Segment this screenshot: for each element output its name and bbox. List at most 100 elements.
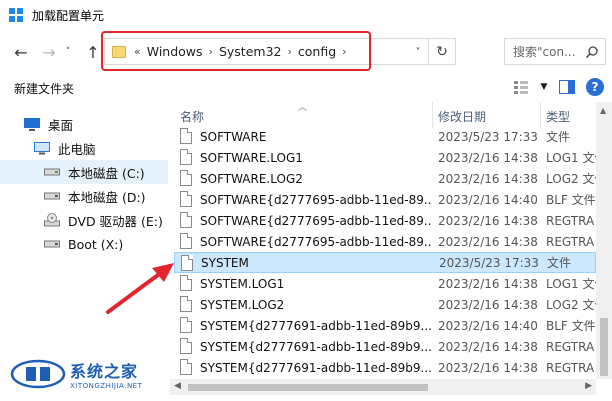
watermark-main-text: 系统之家 bbox=[70, 362, 139, 381]
file-type: 文件 bbox=[546, 130, 571, 144]
sort-ascending-icon: ︿ bbox=[298, 103, 308, 113]
file-icon bbox=[180, 317, 192, 333]
horizontal-scrollbar[interactable]: ◀ ▶ bbox=[170, 379, 596, 395]
sidebar-item-this-pc[interactable]: 此电脑 bbox=[0, 136, 168, 160]
vertical-scrollbar[interactable]: ▲ bbox=[596, 102, 612, 379]
refresh-icon[interactable]: ↻ bbox=[428, 39, 455, 64]
file-row[interactable]: SYSTEM.LOG2 2023/2/16 14:38 LOG2 文件 bbox=[174, 294, 596, 315]
back-arrow-icon: ← bbox=[14, 42, 28, 62]
file-icon bbox=[180, 170, 192, 186]
computer-icon bbox=[34, 141, 50, 155]
sidebar-item-label: 桌面 bbox=[48, 117, 74, 133]
file-icon bbox=[180, 359, 192, 375]
file-date: 2023/2/16 14:38 bbox=[438, 150, 538, 165]
watermark-logo-icon bbox=[10, 359, 66, 389]
address-dropdown-icon[interactable]: ˅ bbox=[409, 43, 427, 61]
scroll-up-icon[interactable]: ▲ bbox=[600, 106, 606, 115]
up-arrow-icon: ↑ bbox=[86, 42, 100, 62]
column-divider[interactable] bbox=[540, 102, 541, 128]
file-row[interactable]: SOFTWARE.LOG1 2023/2/16 14:38 LOG1 文件 bbox=[174, 147, 596, 168]
column-type[interactable]: 类型 bbox=[546, 108, 570, 125]
file-row[interactable]: SYSTEM{d2777691-adbb-11ed-89b9... 2023/2… bbox=[174, 336, 596, 357]
file-name: SOFTWARE{d2777695-adbb-11ed-89... bbox=[200, 213, 432, 228]
file-row[interactable]: SYSTEM{d2777691-adbb-11ed-89b9... 2023/2… bbox=[174, 315, 596, 336]
file-type: BLF 文件 bbox=[546, 193, 596, 207]
forward-button[interactable]: → bbox=[36, 39, 62, 65]
file-list: ︿ 名称 修改日期 类型 SOFTWARE 2023/5/23 17:33 文件… bbox=[170, 102, 596, 379]
column-name[interactable]: 名称 bbox=[180, 108, 204, 125]
file-row-selected[interactable]: SYSTEM 2023/5/23 17:33 文件 bbox=[174, 252, 596, 273]
file-row[interactable]: SYSTEM{d2777691-adbb-11ed-89b9... 2023/2… bbox=[174, 357, 596, 378]
file-icon bbox=[180, 128, 192, 144]
file-name: SYSTEM.LOG1 bbox=[200, 276, 285, 291]
file-type: REGTRA bbox=[546, 234, 595, 249]
file-icon bbox=[180, 191, 192, 207]
file-row[interactable]: SOFTWARE{d2777695-adbb-11ed-89... 2023/2… bbox=[174, 210, 596, 231]
sidebar-item-label: 此电脑 bbox=[58, 141, 96, 157]
window-title: 加载配置单元 bbox=[32, 8, 105, 23]
file-row[interactable]: SOFTWARE{d2777695-adbb-11ed-89... 2023/2… bbox=[174, 189, 596, 210]
file-name: SOFTWARE.LOG2 bbox=[200, 171, 303, 186]
title-bar: 加载配置单元 bbox=[0, 0, 612, 30]
file-date: 2023/2/16 14:38 bbox=[438, 171, 538, 186]
chevron-down-icon: ˅ bbox=[65, 47, 71, 57]
file-icon bbox=[180, 149, 192, 165]
column-divider[interactable] bbox=[432, 102, 433, 128]
file-name: SOFTWARE bbox=[200, 129, 267, 144]
preview-pane-icon[interactable] bbox=[558, 78, 576, 96]
scroll-left-icon[interactable]: ◀ bbox=[174, 381, 181, 391]
view-dropdown-icon[interactable]: ▼ bbox=[540, 78, 548, 96]
file-type: REGTRA bbox=[546, 339, 595, 354]
help-icon[interactable]: ? bbox=[586, 78, 604, 96]
column-header: ︿ 名称 修改日期 类型 bbox=[170, 102, 596, 128]
sidebar-item-label: DVD 驱动器 (E:) bbox=[68, 213, 163, 229]
horizontal-scroll-thumb[interactable] bbox=[188, 384, 428, 391]
file-date: 2023/2/16 14:38 bbox=[438, 297, 538, 312]
column-date[interactable]: 修改日期 bbox=[438, 108, 486, 125]
file-row[interactable]: SOFTWARE 2023/5/23 17:33 文件 bbox=[174, 126, 596, 147]
file-date: 2023/2/16 14:40 bbox=[438, 318, 538, 333]
sidebar-item-label: 本地磁盘 (D:) bbox=[68, 189, 146, 205]
view-options-icon[interactable] bbox=[512, 78, 530, 96]
new-folder-button[interactable]: 新建文件夹 bbox=[14, 80, 74, 97]
dvd-icon bbox=[44, 213, 60, 227]
file-icon bbox=[181, 255, 193, 271]
search-input[interactable]: 搜索"con... bbox=[513, 43, 585, 60]
recent-locations-button[interactable]: ˅ bbox=[60, 39, 76, 65]
annotation-highlight-box bbox=[101, 31, 371, 71]
watermark: 系统之家 XITONGZHIJIA.NET bbox=[10, 354, 160, 394]
file-name: SOFTWARE{d2777695-adbb-11ed-89... bbox=[200, 192, 432, 207]
watermark-sub-text: XITONGZHIJIA.NET bbox=[70, 382, 143, 390]
sidebar-item-label: Boot (X:) bbox=[68, 236, 124, 252]
sidebar-item-desktop[interactable]: 桌面 bbox=[0, 112, 168, 136]
file-name: SYSTEM{d2777691-adbb-11ed-89b9... bbox=[200, 339, 432, 354]
forward-arrow-icon: → bbox=[42, 42, 56, 62]
search-box[interactable]: 搜索"con... bbox=[504, 38, 606, 65]
file-type: BLF 文件 bbox=[546, 319, 596, 333]
file-type: REGTRA bbox=[546, 213, 595, 228]
scroll-right-icon[interactable]: ▶ bbox=[585, 381, 592, 391]
file-name: SYSTEM{d2777691-adbb-11ed-89b9... bbox=[200, 318, 432, 333]
window-app-icon bbox=[8, 7, 24, 23]
sidebar-item-local-disk-c[interactable]: 本地磁盘 (C:) bbox=[0, 160, 168, 184]
vertical-scroll-thumb[interactable] bbox=[600, 318, 608, 376]
file-date: 2023/2/16 14:38 bbox=[438, 213, 538, 228]
file-date: 2023/5/23 17:33 bbox=[438, 129, 538, 144]
file-row[interactable]: SYSTEM.LOG1 2023/2/16 14:38 LOG1 文件 bbox=[174, 273, 596, 294]
sidebar-item-boot[interactable]: Boot (X:) bbox=[0, 232, 168, 256]
view-controls: ▼ ? bbox=[512, 78, 604, 96]
search-icon bbox=[585, 45, 599, 59]
sidebar-item-local-disk-d[interactable]: 本地磁盘 (D:) bbox=[0, 184, 168, 208]
file-type: 文件 bbox=[547, 256, 572, 270]
drive-icon bbox=[44, 237, 60, 251]
file-type: LOG1 文件 bbox=[546, 277, 596, 291]
file-type: LOG2 文件 bbox=[546, 172, 596, 186]
drive-icon bbox=[44, 165, 60, 179]
file-row[interactable]: SOFTWARE{d2777695-adbb-11ed-89... 2023/2… bbox=[174, 231, 596, 252]
annotation-arrow-icon bbox=[106, 263, 174, 314]
file-row[interactable]: SOFTWARE.LOG2 2023/2/16 14:38 LOG2 文件 bbox=[174, 168, 596, 189]
sidebar-item-dvd-drive[interactable]: DVD 驱动器 (E:) bbox=[0, 208, 168, 232]
file-date: 2023/2/16 14:38 bbox=[438, 234, 538, 249]
back-button[interactable]: ← bbox=[8, 39, 34, 65]
file-name: SYSTEM.LOG2 bbox=[200, 297, 285, 312]
